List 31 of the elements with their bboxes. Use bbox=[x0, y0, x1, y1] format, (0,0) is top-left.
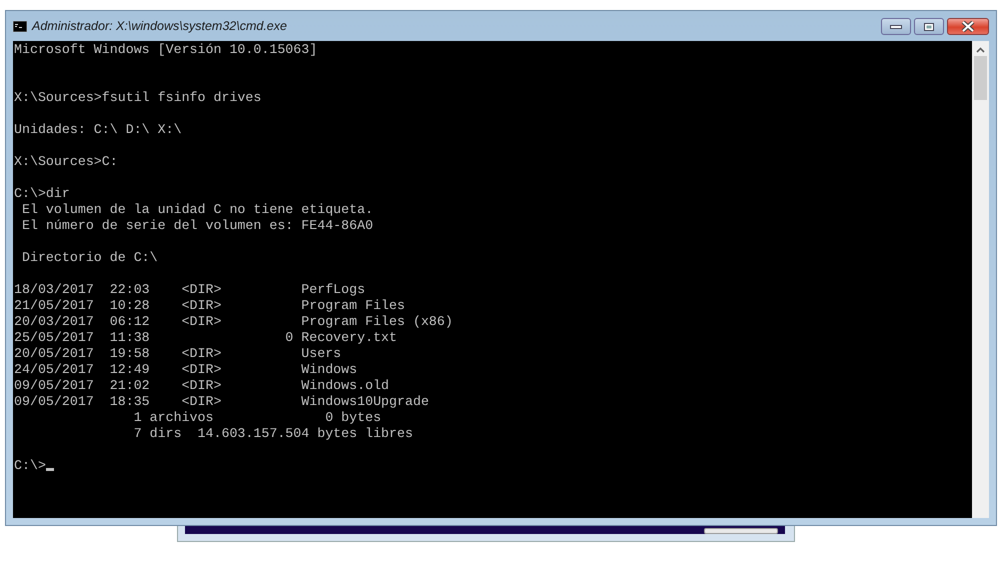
scroll-up-icon[interactable] bbox=[976, 47, 985, 53]
console-line: 09/05/2017 18:35 <DIR> Windows10Upgrade bbox=[14, 394, 429, 410]
console-line: Unidades: C:\ D:\ X:\ bbox=[14, 122, 182, 138]
console-line: 24/05/2017 12:49 <DIR> Windows bbox=[14, 362, 358, 378]
close-button[interactable] bbox=[947, 18, 989, 35]
console-icon bbox=[13, 20, 27, 32]
console-line: X:\Sources>C: bbox=[14, 154, 118, 170]
minimize-icon bbox=[890, 24, 902, 28]
console-line: Microsoft Windows [Versión 10.0.15063] bbox=[14, 42, 318, 58]
console-line: 7 dirs 14.603.157.504 bytes libres bbox=[132, 426, 413, 442]
console-line: C:\>dir bbox=[14, 186, 70, 202]
console-line: 20/03/2017 06:12 <DIR> Program Files (x86) bbox=[14, 314, 453, 330]
command-prompt: C:\> bbox=[14, 458, 46, 474]
scroll-thumb[interactable] bbox=[974, 56, 987, 100]
minimize-button[interactable] bbox=[881, 18, 911, 35]
console-line: El volumen de la unidad C no tiene etiqueta. bbox=[20, 202, 374, 218]
close-icon bbox=[961, 21, 975, 32]
console-line: X:\Sources>fsutil fsinfo drives bbox=[14, 90, 262, 106]
maximize-button[interactable] bbox=[914, 18, 944, 35]
console-line: El número de serie del volumen es: FE44-86A0 bbox=[20, 218, 374, 234]
console-line: 09/05/2017 21:02 <DIR> Windows.old bbox=[14, 378, 390, 394]
console-line: 18/03/2017 22:03 <DIR> PerfLogs bbox=[14, 282, 366, 298]
scrollbar[interactable] bbox=[972, 41, 989, 518]
console-line: 25/05/2017 11:38 0 Recovery.txt bbox=[14, 330, 398, 346]
console-line: 20/05/2017 19:58 <DIR> Users bbox=[14, 346, 342, 362]
console-line: 1 archivos 0 bytes bbox=[132, 410, 382, 426]
console-line: Directorio de C:\ bbox=[20, 250, 158, 266]
maximize-icon bbox=[924, 22, 934, 30]
console-line: 21/05/2017 10:28 <DIR> Program Files bbox=[14, 298, 405, 314]
text-cursor bbox=[46, 468, 54, 471]
window-title: Administrador: X:\windows\system32\cmd.exe bbox=[32, 19, 287, 33]
